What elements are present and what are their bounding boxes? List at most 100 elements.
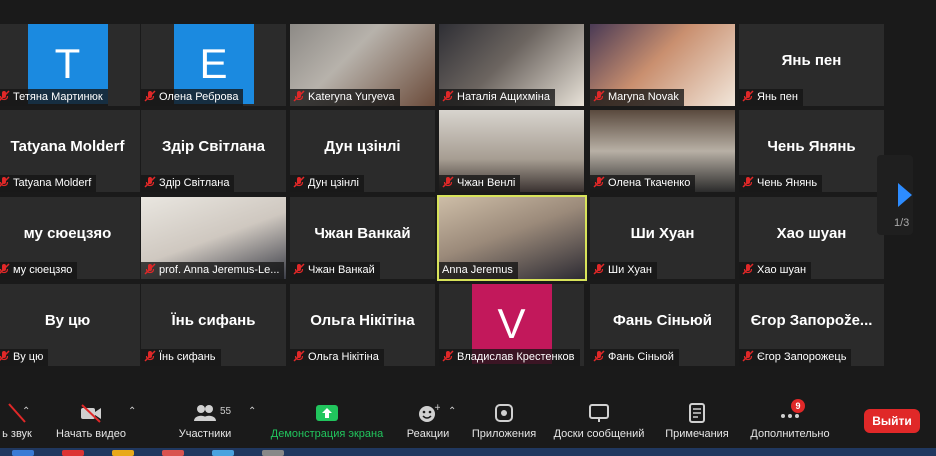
- next-arrow-icon[interactable]: [898, 183, 912, 207]
- participant-tile[interactable]: Чень Янянь Чень Янянь: [739, 110, 884, 192]
- taskbar-app-icon[interactable]: [12, 450, 34, 456]
- more-notification-badge: 9: [791, 399, 805, 413]
- participants-icon: [194, 405, 216, 421]
- notes-label: Примечания: [665, 428, 729, 440]
- participant-name-tag: Тетяна Мартинюк: [0, 89, 108, 106]
- participant-name: Kateryna Yuryeva: [308, 91, 395, 103]
- apps-label: Приложения: [471, 428, 537, 440]
- participant-display-name: Єгор Запорože...: [750, 312, 873, 329]
- participant-tile[interactable]: Ши Хуан Ши Хуан: [590, 197, 735, 279]
- video-options-caret-icon[interactable]: ⌃: [128, 406, 138, 417]
- reactions-button[interactable]: + Реакции: [400, 392, 456, 448]
- notes-button[interactable]: Примечания: [660, 392, 734, 448]
- svg-text:+: +: [434, 403, 440, 413]
- participant-tile[interactable]: Янь пен Янь пен: [739, 24, 884, 106]
- participant-name: Ши Хуан: [608, 264, 652, 276]
- notes-icon: [689, 403, 705, 423]
- participant-tile[interactable]: T Тетяна Мартинюк: [0, 24, 140, 106]
- muted-mic-icon: [293, 263, 305, 275]
- taskbar-app-icon[interactable]: [212, 450, 234, 456]
- participant-name: Ву цю: [13, 351, 44, 363]
- participant-tile[interactable]: му сюецзяо му сюецзяо: [0, 197, 140, 279]
- participant-tile[interactable]: Чжан Ванкай Чжан Ванкай: [290, 197, 435, 279]
- muted-mic-icon: [593, 90, 605, 102]
- muted-mic-icon: [593, 263, 605, 275]
- participant-tile[interactable]: Tatyana Molderf Tatyana Molderf: [0, 110, 140, 192]
- more-label: Дополнительно: [750, 428, 830, 440]
- participant-tile[interactable]: prof. Anna Jeremus-Le...: [141, 197, 286, 279]
- participant-name: Олена Ткаченко: [608, 177, 691, 189]
- more-button[interactable]: Дополнительно: [744, 392, 836, 448]
- participants-count: 55: [220, 406, 232, 417]
- gallery-view: T Тетяна Мартинюк E Олена Реброва Kateryna Y…: [0, 0, 936, 370]
- participant-name: Ольга Нікітіна: [308, 351, 379, 363]
- participant-name: Здір Світлана: [159, 177, 230, 189]
- participant-name: Янь пен: [757, 91, 798, 103]
- participant-name: Maryna Novak: [608, 91, 679, 103]
- muted-mic-icon: [0, 90, 10, 102]
- share-screen-button[interactable]: Демонстрация экрана: [268, 392, 386, 448]
- participant-display-name: Чжан Ванкай: [314, 225, 411, 242]
- muted-mic-icon: [442, 176, 454, 188]
- participants-button[interactable]: Участники: [170, 392, 240, 448]
- participant-tile[interactable]: Наталія Ащихміна: [439, 24, 584, 106]
- participant-name: Чжан Ванкай: [308, 264, 375, 276]
- participant-name: Anna Jeremus: [442, 264, 513, 276]
- participant-tile[interactable]: Kateryna Yuryeva: [290, 24, 435, 106]
- participant-name-tag: prof. Anna Jeremus-Le...: [141, 262, 285, 279]
- participant-tile[interactable]: Чжан Венлі: [439, 110, 584, 192]
- apps-button[interactable]: Приложения: [470, 392, 538, 448]
- participant-display-name: му сюецзяо: [23, 225, 112, 242]
- participant-tile[interactable]: Олена Ткаченко: [590, 110, 735, 192]
- participant-name: Тетяна Мартинюк: [13, 91, 103, 103]
- taskbar-app-icon[interactable]: [112, 450, 134, 456]
- participant-name-tag: Дун цзінлі: [290, 175, 364, 192]
- whiteboards-button[interactable]: Доски сообщений: [548, 392, 650, 448]
- participant-name-tag: Владислав Крестенков: [439, 349, 580, 366]
- participant-tile[interactable]: Maryna Novak: [590, 24, 735, 106]
- participant-name-tag: Ву цю: [0, 349, 49, 366]
- audio-button[interactable]: ь звук: [0, 392, 42, 448]
- participant-name: Чень Янянь: [757, 177, 818, 189]
- leave-button[interactable]: Выйти: [864, 409, 920, 433]
- participant-name-tag: Maryna Novak: [590, 89, 684, 106]
- participant-name-tag: Чень Янянь: [739, 175, 823, 192]
- participant-tile[interactable]: E Олена Реброва: [141, 24, 286, 106]
- participant-name: Дун цзінлі: [308, 177, 359, 189]
- taskbar-app-icon[interactable]: [62, 450, 84, 456]
- participant-name-tag: Ольга Нікітіна: [290, 349, 384, 366]
- muted-mic-icon: [293, 176, 305, 188]
- taskbar-app-icon[interactable]: [262, 450, 284, 456]
- participant-name: Фань Сіньюй: [608, 351, 674, 363]
- participant-tile[interactable]: Ву цю Ву цю: [0, 284, 140, 366]
- participant-tile[interactable]: Фань Сіньюй Фань Сіньюй: [590, 284, 735, 366]
- participant-display-name: Здір Світлана: [161, 138, 266, 155]
- participant-name: Їнь сифань: [159, 351, 216, 363]
- start-video-button[interactable]: Начать видео: [52, 392, 130, 448]
- audio-options-caret-icon[interactable]: ⌃: [22, 406, 32, 417]
- muted-mic-icon: [593, 176, 605, 188]
- reactions-options-caret-icon[interactable]: ⌃: [448, 406, 458, 417]
- participant-name-tag: Хао шуан: [739, 262, 812, 279]
- participant-tile-active-speaker[interactable]: Anna Jeremus: [437, 195, 587, 281]
- start-video-label: Начать видео: [56, 428, 126, 440]
- participant-tile[interactable]: Дун цзінлі Дун цзінлі: [290, 110, 435, 192]
- participant-tile[interactable]: Здір Світлана Здір Світлана: [141, 110, 286, 192]
- participant-tile[interactable]: Єгор Запорože... Єгор Запорожець: [739, 284, 884, 366]
- participant-tile[interactable]: V Владислав Крестенков: [439, 284, 584, 366]
- muted-mic-icon: [442, 350, 454, 362]
- participant-tile[interactable]: Їнь сифань Їнь сифань: [141, 284, 286, 366]
- muted-mic-icon: [144, 176, 156, 188]
- participants-options-caret-icon[interactable]: ⌃: [248, 406, 258, 417]
- participant-tile[interactable]: Хао шуан Хао шуан: [739, 197, 884, 279]
- muted-mic-icon: [293, 90, 305, 102]
- participant-name: му сюецзяо: [13, 264, 73, 276]
- participant-name: Чжан Венлі: [457, 177, 516, 189]
- taskbar-app-icon[interactable]: [162, 450, 184, 456]
- participant-name-tag: Tatyana Molderf: [0, 175, 97, 192]
- participant-display-name: Ольга Нікітіна: [310, 312, 415, 329]
- participant-tile[interactable]: Ольга Нікітіна Ольга Нікітіна: [290, 284, 435, 366]
- participant-name-tag: Anna Jeremus: [439, 262, 518, 279]
- share-screen-icon: [316, 405, 338, 421]
- share-screen-label: Демонстрация экрана: [270, 428, 384, 440]
